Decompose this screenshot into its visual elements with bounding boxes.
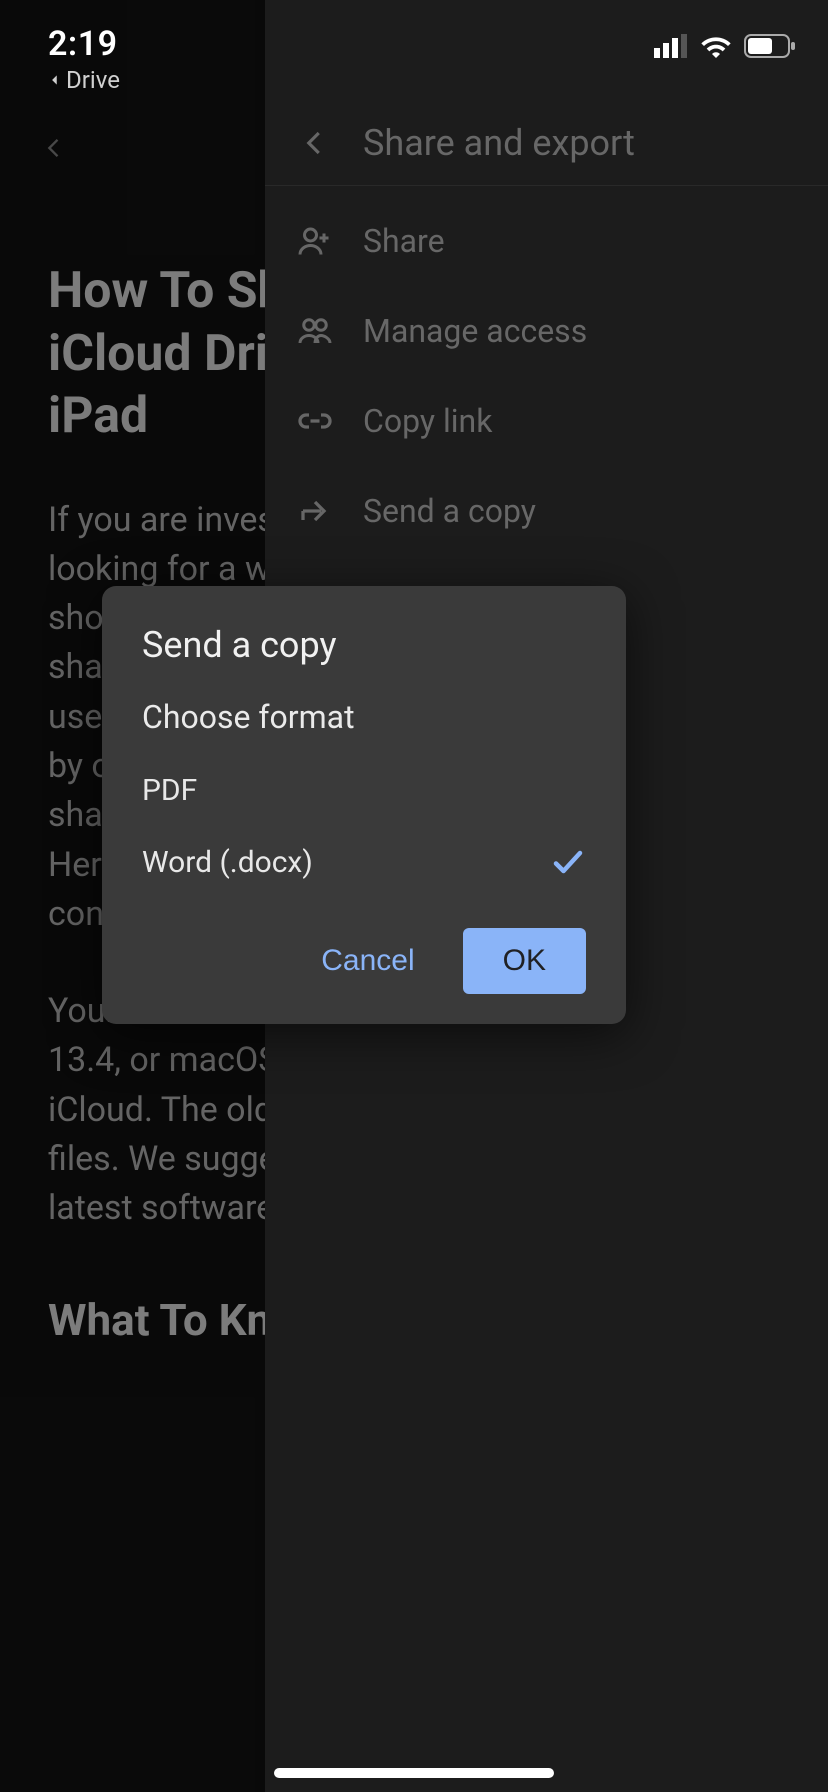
send-a-copy-dialog: Send a copy Choose format PDF Word (.doc… xyxy=(102,586,626,1024)
check-icon xyxy=(550,772,586,808)
status-back-to-app[interactable]: Drive xyxy=(48,66,120,94)
format-option-pdf[interactable]: PDF xyxy=(142,772,586,808)
cellular-icon xyxy=(654,34,688,58)
check-icon xyxy=(550,844,586,880)
status-bar: 2:19 Drive xyxy=(0,0,828,100)
wifi-icon xyxy=(700,34,732,58)
dialog-actions: Cancel OK xyxy=(142,928,586,994)
format-option-word[interactable]: Word (.docx) xyxy=(142,844,586,880)
dialog-title: Send a copy xyxy=(142,624,586,666)
battery-icon xyxy=(744,34,796,58)
ok-button[interactable]: OK xyxy=(463,928,586,994)
dialog-subtitle: Choose format xyxy=(142,698,586,736)
status-back-app-label: Drive xyxy=(66,66,120,94)
format-option-label: Word (.docx) xyxy=(142,845,313,880)
cancel-button[interactable]: Cancel xyxy=(309,930,426,992)
status-time: 2:19 xyxy=(48,24,120,64)
home-indicator[interactable] xyxy=(274,1768,554,1778)
format-option-label: PDF xyxy=(142,773,197,808)
